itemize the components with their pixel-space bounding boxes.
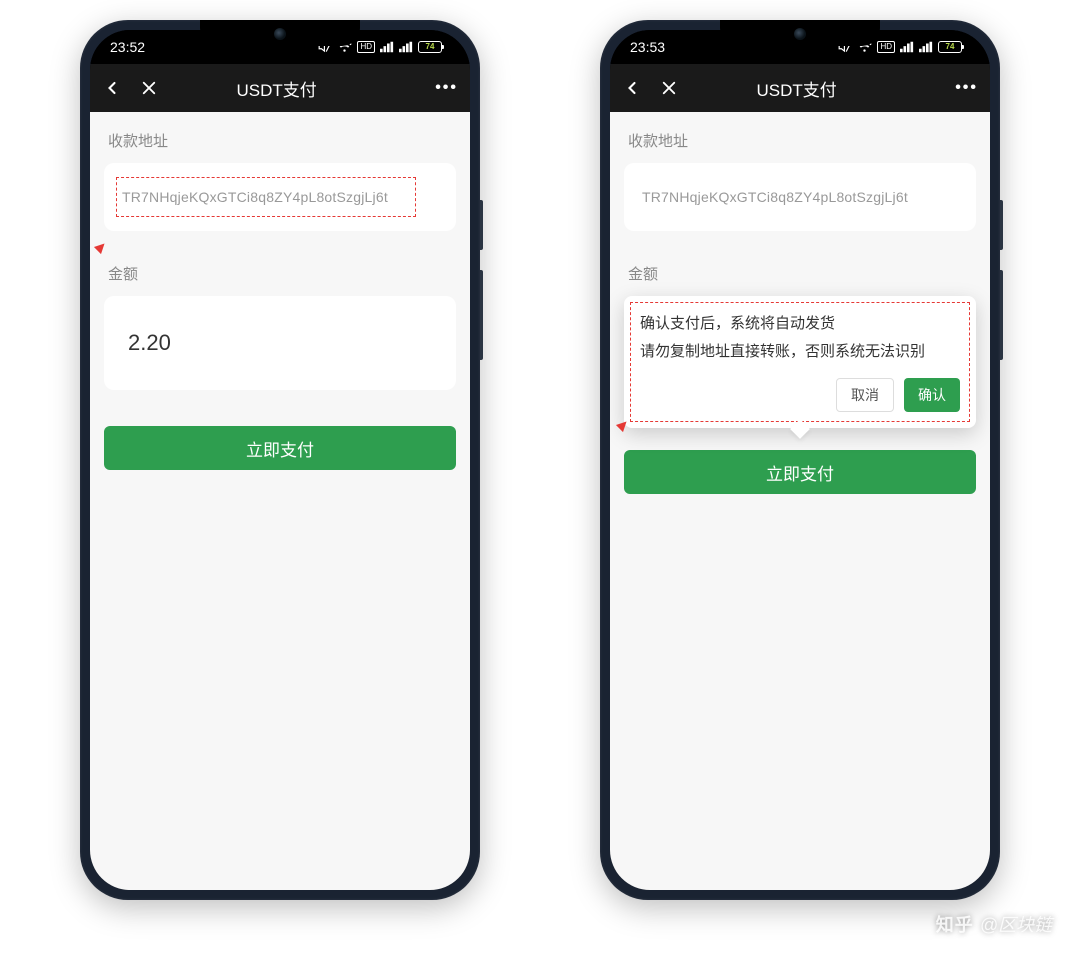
signal-icon	[919, 41, 933, 53]
signal-icon	[399, 41, 413, 53]
page-title: USDT支付	[118, 76, 435, 101]
address-card: TR7NHqjeKQxGTCi8q8ZY4pL8otSzgjLj6t	[624, 163, 976, 231]
phone-left: 23:52 HD 74 USDT支付 ••• 收款地址 TR7NHqjeKQxG…	[80, 20, 480, 900]
phone-side-button	[1000, 200, 1003, 250]
more-icon[interactable]: •••	[955, 79, 978, 97]
amount-card: 2.20	[104, 296, 456, 390]
pay-button[interactable]: 立即支付	[624, 450, 976, 494]
hd-icon: HD	[877, 41, 895, 53]
signal-icon	[380, 41, 394, 53]
popover-text-line2: 请勿复制地址直接转账，否则系统无法识别	[640, 340, 960, 364]
screen: 23:52 HD 74 USDT支付 ••• 收款地址 TR7NHqjeKQxG…	[90, 30, 470, 890]
amount-section-label: 金额	[104, 231, 456, 296]
battery-icon: 74	[938, 41, 962, 53]
content: 收款地址 TR7NHqjeKQxGTCi8q8ZY4pL8otSzgjLj6t …	[90, 112, 470, 890]
phone-camera	[794, 28, 806, 40]
phone-side-button	[1000, 270, 1003, 360]
pay-button[interactable]: 立即支付	[104, 426, 456, 470]
page-title: USDT支付	[638, 76, 955, 101]
phone-right: 23:53 HD 74 USDT支付 ••• 收款地址 TR7NHqjeKQxG…	[600, 20, 1000, 900]
amount-value: 2.20	[126, 322, 434, 364]
nav-bar: USDT支付 •••	[90, 64, 470, 112]
confirm-button[interactable]: 确认	[904, 378, 960, 412]
amount-section-label: 金额	[624, 231, 976, 296]
phone-camera	[274, 28, 286, 40]
popover-text-line1: 确认支付后，系统将自动发货	[640, 312, 960, 336]
watermark-author: @区块链	[980, 911, 1052, 937]
address-value: TR7NHqjeKQxGTCi8q8ZY4pL8otSzgjLj6t	[642, 189, 958, 205]
phone-side-button	[480, 270, 483, 360]
address-card: TR7NHqjeKQxGTCi8q8ZY4pL8otSzgjLj6t	[104, 163, 456, 231]
zhihu-logo: 知乎	[936, 911, 974, 937]
address-section-label: 收款地址	[104, 112, 456, 163]
more-icon[interactable]: •••	[435, 79, 458, 97]
hd-icon: HD	[357, 41, 375, 53]
nav-bar: USDT支付 •••	[610, 64, 990, 112]
battery-icon: 74	[418, 41, 442, 53]
address-value: TR7NHqjeKQxGTCi8q8ZY4pL8otSzgjLj6t	[122, 189, 438, 205]
cancel-button[interactable]: 取消	[836, 378, 894, 412]
status-time: 23:52	[110, 39, 145, 55]
status-time: 23:53	[630, 39, 665, 55]
confirm-popover: 确认支付后，系统将自动发货 请勿复制地址直接转账，否则系统无法识别 取消 确认	[624, 296, 976, 428]
watermark: 知乎 @区块链	[936, 911, 1052, 937]
content: 收款地址 TR7NHqjeKQxGTCi8q8ZY4pL8otSzgjLj6t …	[610, 112, 990, 890]
screen: 23:53 HD 74 USDT支付 ••• 收款地址 TR7NHqjeKQxG…	[610, 30, 990, 890]
address-section-label: 收款地址	[624, 112, 976, 163]
signal-icon	[900, 41, 914, 53]
phone-side-button	[480, 200, 483, 250]
